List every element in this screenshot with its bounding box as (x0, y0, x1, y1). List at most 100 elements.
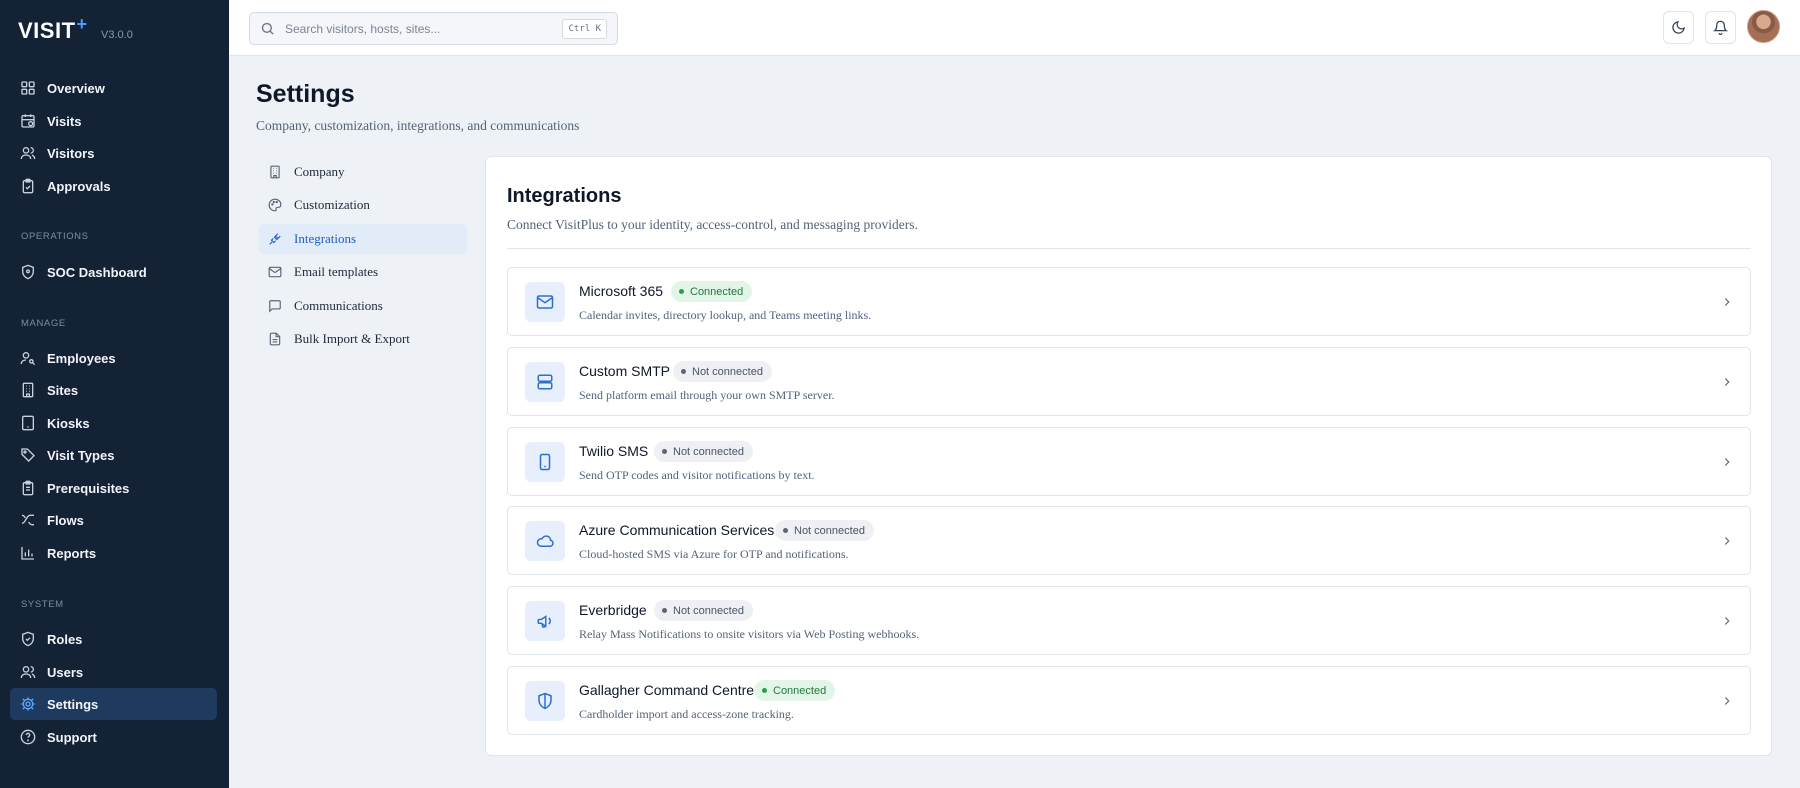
sidebar-item-sites[interactable]: Sites (10, 374, 217, 406)
theme-toggle-button[interactable] (1663, 11, 1694, 44)
page-subtitle: Company, customization, integrations, an… (256, 118, 580, 133)
sidebar-item-label: SOC Dashboard (47, 264, 147, 280)
sidebar-item-approvals[interactable]: Approvals (10, 170, 217, 202)
chevron-right-icon (1720, 534, 1734, 548)
search-input[interactable] (285, 21, 555, 36)
brand-name: VISIT (18, 18, 76, 43)
sidebar-item-label: Flows (47, 512, 84, 528)
sidebar-item-visits[interactable]: Visits (10, 105, 217, 137)
sidebar-item-label: Settings (47, 696, 99, 712)
message-square-icon (268, 299, 282, 313)
settings-nav-label: Company (294, 164, 345, 179)
settings-nav-bulk-import-export[interactable]: Bulk Import & Export (259, 324, 467, 354)
tablet-icon (20, 415, 36, 431)
integration-description: Cardholder import and access-zone tracki… (579, 707, 794, 721)
settings-nav-label: Customization (294, 197, 370, 212)
settings-nav-label: Bulk Import & Export (294, 331, 410, 346)
sidebar-item-label: Visits (47, 113, 82, 129)
status-badge: Not connected (673, 361, 772, 382)
integrations-card: Integrations Connect VisitPlus to your i… (485, 156, 1772, 756)
sidebar-item-roles[interactable]: Roles (10, 623, 217, 655)
integration-row-azure-communication-services[interactable]: Azure Communication Services Not connect… (507, 506, 1751, 575)
shield-icon (525, 681, 565, 721)
sidebar-item-overview[interactable]: Overview (10, 72, 217, 104)
tags-icon (20, 447, 36, 463)
integration-name: Twilio SMS (579, 443, 649, 459)
bell-icon (1713, 20, 1728, 35)
sidebar-item-support[interactable]: Support (10, 721, 217, 753)
megaphone-icon (525, 601, 565, 641)
brand-logo[interactable]: VISIT + V3.0.0 (18, 14, 133, 44)
integration-name: Everbridge (579, 602, 647, 618)
palette-icon (268, 198, 282, 212)
building-icon (268, 165, 282, 179)
moon-icon (1671, 20, 1686, 35)
chevron-right-icon (1720, 614, 1734, 628)
integration-name: Azure Communication Services (579, 522, 775, 538)
sidebar-item-label: Approvals (47, 178, 111, 194)
app-version: V3.0.0 (101, 29, 133, 41)
sidebar-item-settings[interactable]: Settings (10, 688, 217, 720)
settings-nav-company[interactable]: Company (259, 157, 467, 187)
divider (507, 248, 1751, 249)
sidebar-item-flows[interactable]: Flows (10, 504, 217, 536)
integration-row-twilio-sms[interactable]: Twilio SMS Not connected Send OTP codes … (507, 427, 1751, 496)
settings-nav-label: Integrations (294, 231, 357, 246)
building-icon (20, 382, 36, 398)
settings-nav-customization[interactable]: Customization (259, 190, 467, 220)
sidebar-item-kiosks[interactable]: Kiosks (10, 407, 217, 439)
sidebar-item-label: Reports (47, 545, 97, 561)
sidebar-item-label: Overview (47, 80, 105, 96)
bar-chart-icon (20, 545, 36, 561)
sidebar-item-label: Prerequisites (47, 480, 130, 496)
search-shortcut-hint: Ctrl K (562, 19, 607, 39)
sidebar-item-employees[interactable]: Employees (10, 342, 217, 374)
settings-nav-email-templates[interactable]: Email templates (259, 257, 467, 287)
sidebar-item-users[interactable]: Users (10, 656, 217, 688)
section-title-manage: MANAGE (21, 318, 66, 329)
integration-description: Cloud-hosted SMS via Azure for OTP and n… (579, 547, 849, 561)
gear-icon (20, 696, 36, 712)
status-badge: Connected (754, 680, 836, 701)
sidebar-item-label: Visitors (47, 145, 95, 161)
sidebar-item-reports[interactable]: Reports (10, 537, 217, 569)
users-icon (20, 145, 36, 161)
shield-check-icon (20, 631, 36, 647)
settings-nav-label: Email templates (294, 264, 379, 279)
plug-icon (268, 232, 282, 246)
chevron-right-icon (1720, 694, 1734, 708)
integration-name: Custom SMTP (579, 363, 671, 379)
brand-plus: + (76, 14, 88, 34)
server-icon (525, 362, 565, 402)
status-badge: Connected (671, 281, 753, 302)
integration-row-custom-smtp[interactable]: Custom SMTP Not connected Send platform … (507, 347, 1751, 416)
sidebar-item-visitors[interactable]: Visitors (10, 137, 217, 169)
section-title: Integrations (507, 185, 622, 207)
sidebar-item-label: Visit Types (47, 447, 115, 463)
status-badge: Not connected (775, 520, 874, 541)
sidebar-item-soc-dashboard[interactable]: SOC Dashboard (10, 256, 217, 288)
chevron-right-icon (1720, 375, 1734, 389)
section-subtitle: Connect VisitPlus to your identity, acce… (507, 217, 918, 232)
users-icon (20, 664, 36, 680)
sidebar: VISIT + V3.0.0 Overview Visits Visitors … (0, 0, 229, 788)
section-title-operations: OPERATIONS (21, 231, 89, 242)
notifications-button[interactable] (1705, 11, 1736, 44)
settings-nav-communications[interactable]: Communications (259, 291, 467, 321)
user-key-icon (20, 350, 36, 366)
settings-nav-integrations[interactable]: Integrations (259, 224, 467, 254)
settings-nav-label: Communications (294, 298, 383, 313)
sidebar-item-label: Sites (47, 382, 79, 398)
search-box[interactable]: Ctrl K (249, 12, 618, 45)
integration-row-microsoft-365[interactable]: Microsoft 365 Connected Calendar invites… (507, 267, 1751, 336)
smartphone-icon (525, 442, 565, 482)
chevron-right-icon (1720, 455, 1734, 469)
sidebar-item-visit-types[interactable]: Visit Types (10, 439, 217, 471)
integration-row-everbridge[interactable]: Everbridge Not connected Relay Mass Noti… (507, 586, 1751, 655)
integration-name: Microsoft 365 (579, 283, 664, 299)
integration-row-gallagher-command-centre[interactable]: Gallagher Command Centre Connected Cardh… (507, 666, 1751, 735)
sidebar-item-label: Users (47, 664, 84, 680)
sidebar-item-prerequisites[interactable]: Prerequisites (10, 472, 217, 504)
user-avatar[interactable] (1747, 10, 1780, 43)
grid-icon (20, 80, 36, 96)
